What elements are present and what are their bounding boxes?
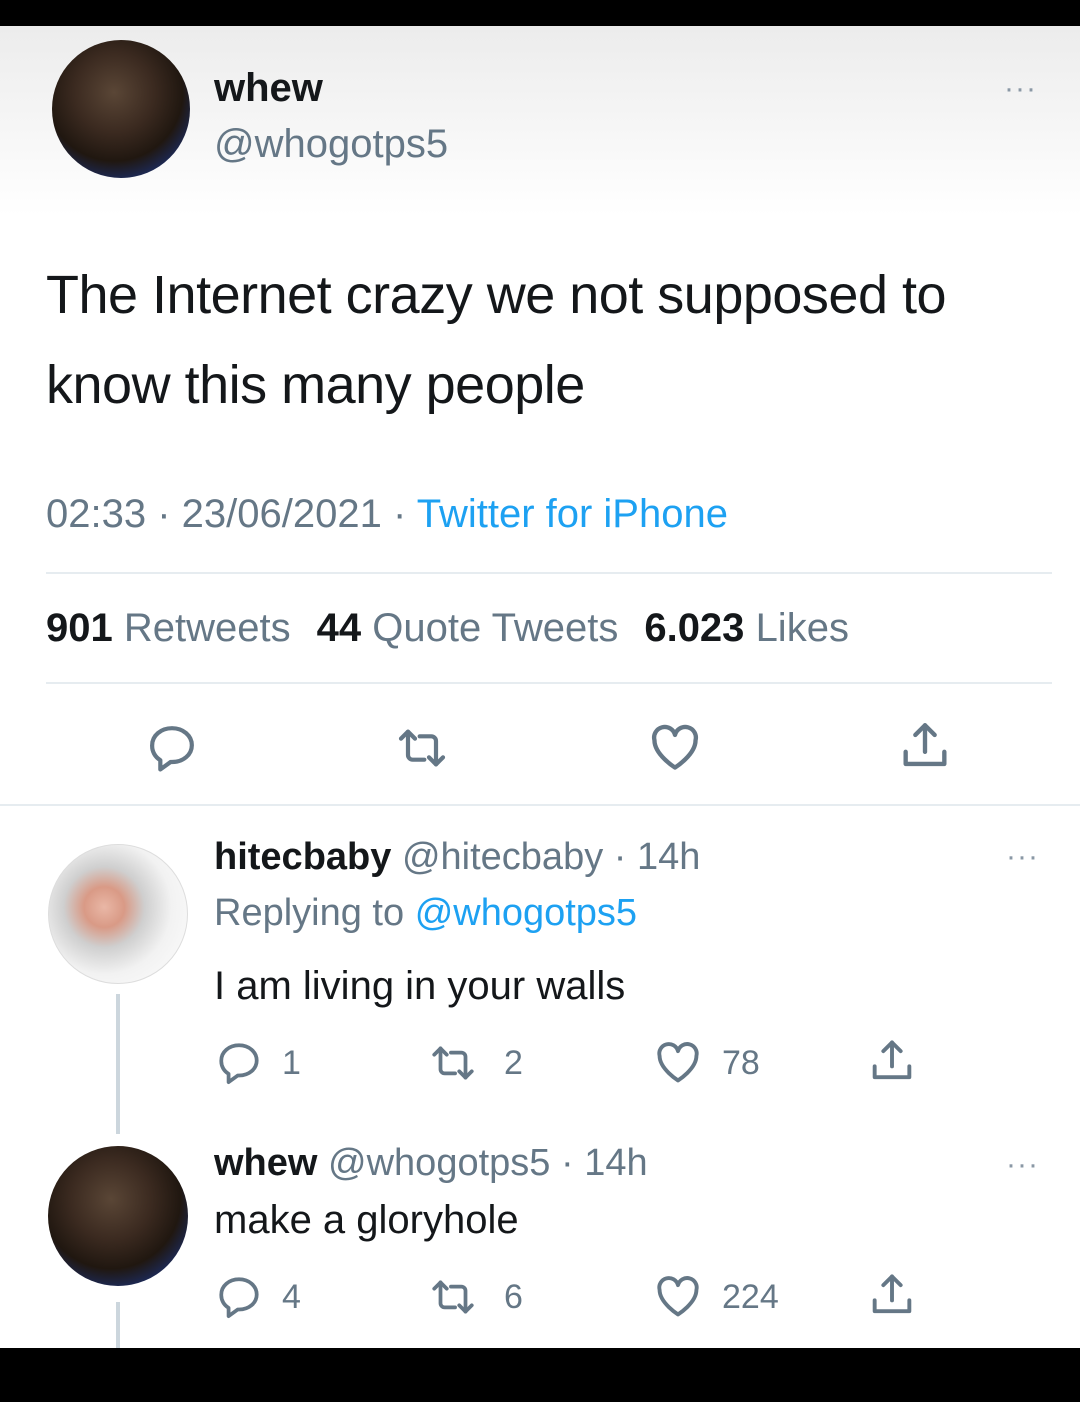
share-button[interactable] — [896, 718, 954, 776]
tweet-date: 23/06/2021 — [181, 492, 382, 536]
reply-text: I am living in your walls — [214, 964, 626, 1008]
reply-header: whew @whogotps5 · 14h — [214, 1142, 648, 1184]
author-avatar[interactable] — [52, 40, 190, 178]
share-icon — [872, 1040, 912, 1080]
more-icon[interactable]: ··· — [1004, 74, 1037, 104]
reply-count: 1 — [282, 1044, 301, 1082]
reply-icon — [219, 1043, 259, 1085]
reply-text: make a gloryhole — [214, 1198, 519, 1242]
divider — [0, 804, 1080, 806]
like-button[interactable] — [646, 718, 704, 776]
tweet-stats: 901 Retweets 44 Quote Tweets 6.023 Likes — [46, 606, 849, 651]
retweets-label: Retweets — [123, 606, 291, 650]
author-handle[interactable]: @whogotps5 — [214, 122, 448, 167]
retweet-count: 6 — [504, 1278, 523, 1316]
like-icon — [651, 724, 699, 770]
reply-button[interactable] — [214, 1038, 264, 1088]
meta-separator: · — [157, 492, 182, 536]
quotes-stat[interactable]: 44 Quote Tweets — [317, 606, 619, 650]
retweet-button[interactable] — [428, 1272, 478, 1322]
reply-button[interactable] — [214, 1272, 264, 1322]
reply-author-handle[interactable]: @hitecbaby — [402, 836, 603, 878]
reply-count: 4 — [282, 1278, 301, 1316]
more-icon[interactable]: ··· — [1006, 842, 1039, 872]
retweet-count: 2 — [504, 1044, 523, 1082]
reply-header: hitecbaby @hitecbaby · 14h — [214, 836, 701, 878]
tweet-time: 02:33 — [46, 492, 147, 536]
tweet-screen: whew @whogotps5 ··· The Internet crazy w… — [0, 26, 1080, 1348]
reply-avatar-whew[interactable] — [48, 1146, 188, 1286]
likes-count: 6.023 — [644, 606, 745, 650]
reply-button[interactable] — [144, 720, 200, 776]
tweet-text: The Internet crazy we not supposed to kn… — [46, 265, 947, 415]
replying-prefix: Replying to — [214, 892, 405, 934]
retweet-icon — [398, 729, 446, 767]
quotes-count: 44 — [316, 606, 362, 650]
reply-age: 14h — [584, 1142, 648, 1184]
author-name[interactable]: whew — [214, 66, 323, 111]
reply-author-name[interactable]: whew — [214, 1142, 317, 1184]
retweet-button[interactable] — [394, 720, 450, 776]
meta-separator: · — [393, 492, 417, 536]
like-button[interactable] — [652, 1036, 704, 1088]
retweets-count: 901 — [46, 606, 113, 650]
retweets-stat[interactable]: 901 Retweets — [46, 606, 291, 650]
reply-avatar-hitecbaby[interactable] — [48, 844, 188, 984]
like-count: 78 — [722, 1044, 760, 1082]
like-count: 224 — [722, 1278, 779, 1316]
reply-icon — [150, 726, 194, 772]
reply-age: 14h — [636, 836, 701, 878]
like-icon — [657, 1276, 699, 1317]
like-icon — [657, 1042, 699, 1083]
share-button[interactable] — [866, 1270, 918, 1322]
divider — [46, 572, 1052, 574]
like-button[interactable] — [652, 1270, 704, 1322]
thread-line — [116, 994, 120, 1134]
share-button[interactable] — [866, 1036, 918, 1088]
thread-line — [116, 1302, 120, 1348]
more-icon[interactable]: ··· — [1006, 1150, 1039, 1180]
likes-label: Likes — [755, 606, 849, 650]
retweet-button[interactable] — [428, 1038, 478, 1088]
tweet-source-link[interactable]: Twitter for iPhone — [417, 492, 728, 536]
reply-author-name[interactable]: hitecbaby — [214, 836, 391, 878]
reply-icon — [219, 1277, 259, 1319]
replying-to-link[interactable]: @whogotps5 — [415, 892, 637, 934]
reply-author-handle[interactable]: @whogotps5 — [328, 1142, 550, 1184]
quotes-label: Quote Tweets — [372, 606, 619, 650]
replying-to: Replying to @whogotps5 — [214, 892, 637, 935]
tweet-meta: 02:33 · 23/06/2021 · Twitter for iPhone — [46, 492, 728, 537]
divider — [46, 682, 1052, 684]
share-icon — [872, 1274, 912, 1314]
retweet-icon — [432, 1046, 474, 1080]
retweet-icon — [432, 1280, 474, 1314]
likes-stat[interactable]: 6.023 Likes — [644, 606, 849, 650]
share-icon — [903, 723, 947, 767]
